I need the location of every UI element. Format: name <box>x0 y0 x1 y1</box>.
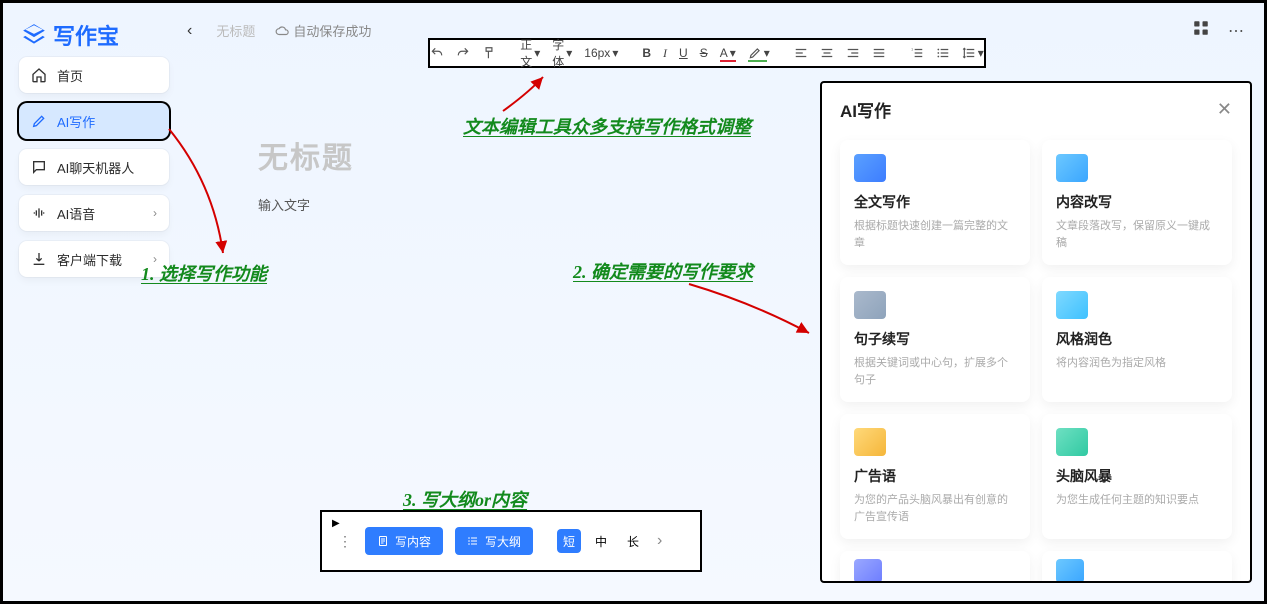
card-style[interactable]: 风格润色 将内容润色为指定风格 <box>1042 277 1232 402</box>
sidebar-item-label: AI聊天机器人 <box>57 158 134 177</box>
card-desc: 为您生成任何主题的知识要点 <box>1056 492 1218 509</box>
chevron-right-icon: › <box>153 206 157 220</box>
back-icon[interactable]: ‹ <box>183 22 196 40</box>
lineheight-button[interactable]: ▾ <box>962 46 984 60</box>
continue-icon <box>854 291 886 319</box>
italic-button[interactable]: I <box>663 46 667 61</box>
textcolor-button[interactable]: A ▾ <box>720 46 736 60</box>
arrow-1 <box>163 123 243 273</box>
sidebar-item-label: 客户端下载 <box>57 250 122 269</box>
paragraph-select[interactable]: 正文 ▾ <box>520 36 540 70</box>
sidebar-item-label: AI写作 <box>57 112 95 131</box>
write-outline-button[interactable]: 写大纲 <box>455 527 533 555</box>
fontsize-select[interactable]: 16px ▾ <box>584 46 618 60</box>
align-justify-button[interactable] <box>872 46 886 60</box>
app-logo: 写作宝 <box>21 19 119 51</box>
unordered-list-button[interactable] <box>936 46 950 60</box>
rewrite-icon <box>1056 154 1088 182</box>
font-select[interactable]: 字体 ▾ <box>552 36 572 70</box>
annotation-4: 3. 写大纲or内容 <box>403 486 527 512</box>
panel-title: AI写作 <box>840 97 891 122</box>
card-title: 内容改写 <box>1056 192 1218 212</box>
align-left-button[interactable] <box>794 46 808 60</box>
chevron-right-icon[interactable]: › <box>657 532 662 550</box>
grid-icon[interactable] <box>1192 19 1210 42</box>
home-icon <box>31 67 47 83</box>
sidebar-item-chatbot[interactable]: AI聊天机器人 <box>19 149 169 185</box>
editor-toolbar: 正文 ▾ 字体 ▾ 16px ▾ B I U S A ▾ ▾ 1 ▾ <box>428 38 986 68</box>
compose-bar: ▶ ⋮ 写内容 写大纲 短 中 长 › <box>320 510 702 572</box>
autosave-status: 自动保存成功 <box>275 21 371 40</box>
close-icon[interactable]: ✕ <box>1217 99 1232 120</box>
caret-icon: ▶ <box>332 518 340 529</box>
full-writing-icon <box>854 154 886 182</box>
pencil-icon <box>31 113 47 129</box>
card-continue[interactable]: 句子续写 根据关键词或中心句，扩展多个句子 <box>840 277 1030 402</box>
length-long[interactable]: 长 <box>621 529 645 553</box>
annotation-1: 1. 选择写作功能 <box>141 260 267 286</box>
logo-icon <box>21 22 47 48</box>
card-desc: 根据关键词或中心句，扩展多个句子 <box>854 355 1016 388</box>
redo-button[interactable] <box>456 46 470 60</box>
audio-icon <box>31 205 47 221</box>
body-placeholder[interactable]: 输入文字 <box>258 195 803 214</box>
app-name: 写作宝 <box>53 19 119 51</box>
align-center-button[interactable] <box>820 46 834 60</box>
chat-icon <box>31 159 47 175</box>
card-desc: 根据标题快速创建一篇完整的文章 <box>854 218 1016 251</box>
card-title: 风格润色 <box>1056 329 1218 349</box>
length-medium[interactable]: 中 <box>589 529 613 553</box>
card-partial-b[interactable] <box>1042 551 1232 583</box>
style-icon <box>1056 291 1088 319</box>
svg-text:1: 1 <box>911 48 913 52</box>
more-icon[interactable]: ⋯ <box>1228 21 1244 41</box>
sidebar-item-home[interactable]: 首页 <box>19 57 169 93</box>
card-icon <box>854 559 882 583</box>
write-content-button[interactable]: 写内容 <box>365 527 443 555</box>
highlight-button[interactable]: ▾ <box>748 46 770 60</box>
annotation-3: 2. 确定需要的写作要求 <box>573 258 753 284</box>
sidebar-item-ai-write[interactable]: AI写作 <box>19 103 169 139</box>
card-desc: 将内容润色为指定风格 <box>1056 355 1218 372</box>
arrow-2 <box>683 278 823 348</box>
undo-button[interactable] <box>430 46 444 60</box>
sidebar-item-label: AI语音 <box>57 204 95 223</box>
card-brainstorm[interactable]: 头脑风暴 为您生成任何主题的知识要点 <box>1042 414 1232 539</box>
card-icon <box>1056 559 1084 583</box>
download-icon <box>31 251 47 267</box>
more-options-button[interactable]: ⋮ <box>338 533 353 550</box>
breadcrumb-title: 无标题 <box>216 21 255 40</box>
card-title: 全文写作 <box>854 192 1016 212</box>
brainstorm-icon <box>1056 428 1088 456</box>
card-partial-a[interactable] <box>840 551 1030 583</box>
card-title: 头脑风暴 <box>1056 466 1218 486</box>
ai-write-panel: AI写作 ✕ 全文写作 根据标题快速创建一篇完整的文章 内容改写 文章段落改写，… <box>820 81 1252 583</box>
underline-button[interactable]: U <box>679 46 688 60</box>
editor-area[interactable]: 无标题 输入文字 <box>258 133 803 214</box>
format-brush-button[interactable] <box>482 46 496 60</box>
sidebar: 首页 AI写作 AI聊天机器人 AI语音 › 客户端下载 › <box>19 57 169 277</box>
card-title: 广告语 <box>854 466 1016 486</box>
card-desc: 文章段落改写，保留原义一键成稿 <box>1056 218 1218 251</box>
doc-icon <box>377 535 389 547</box>
slogan-icon <box>854 428 886 456</box>
card-slogan[interactable]: 广告语 为您的产品头脑风暴出有创意的广告宣传语 <box>840 414 1030 539</box>
cloud-icon <box>275 24 289 38</box>
length-short[interactable]: 短 <box>557 529 581 553</box>
title-placeholder[interactable]: 无标题 <box>258 133 803 177</box>
sidebar-item-label: 首页 <box>57 66 83 85</box>
list-icon <box>467 535 479 547</box>
ordered-list-button[interactable]: 1 <box>910 46 924 60</box>
card-desc: 为您的产品头脑风暴出有创意的广告宣传语 <box>854 492 1016 525</box>
card-rewrite[interactable]: 内容改写 文章段落改写，保留原义一键成稿 <box>1042 140 1232 265</box>
bold-button[interactable]: B <box>642 46 651 60</box>
sidebar-item-voice[interactable]: AI语音 › <box>19 195 169 231</box>
card-full-writing[interactable]: 全文写作 根据标题快速创建一篇完整的文章 <box>840 140 1030 265</box>
align-right-button[interactable] <box>846 46 860 60</box>
strike-button[interactable]: S <box>700 46 708 60</box>
card-title: 句子续写 <box>854 329 1016 349</box>
annotation-toolbar: 文本编辑工具众多支持写作格式调整 <box>463 113 751 139</box>
